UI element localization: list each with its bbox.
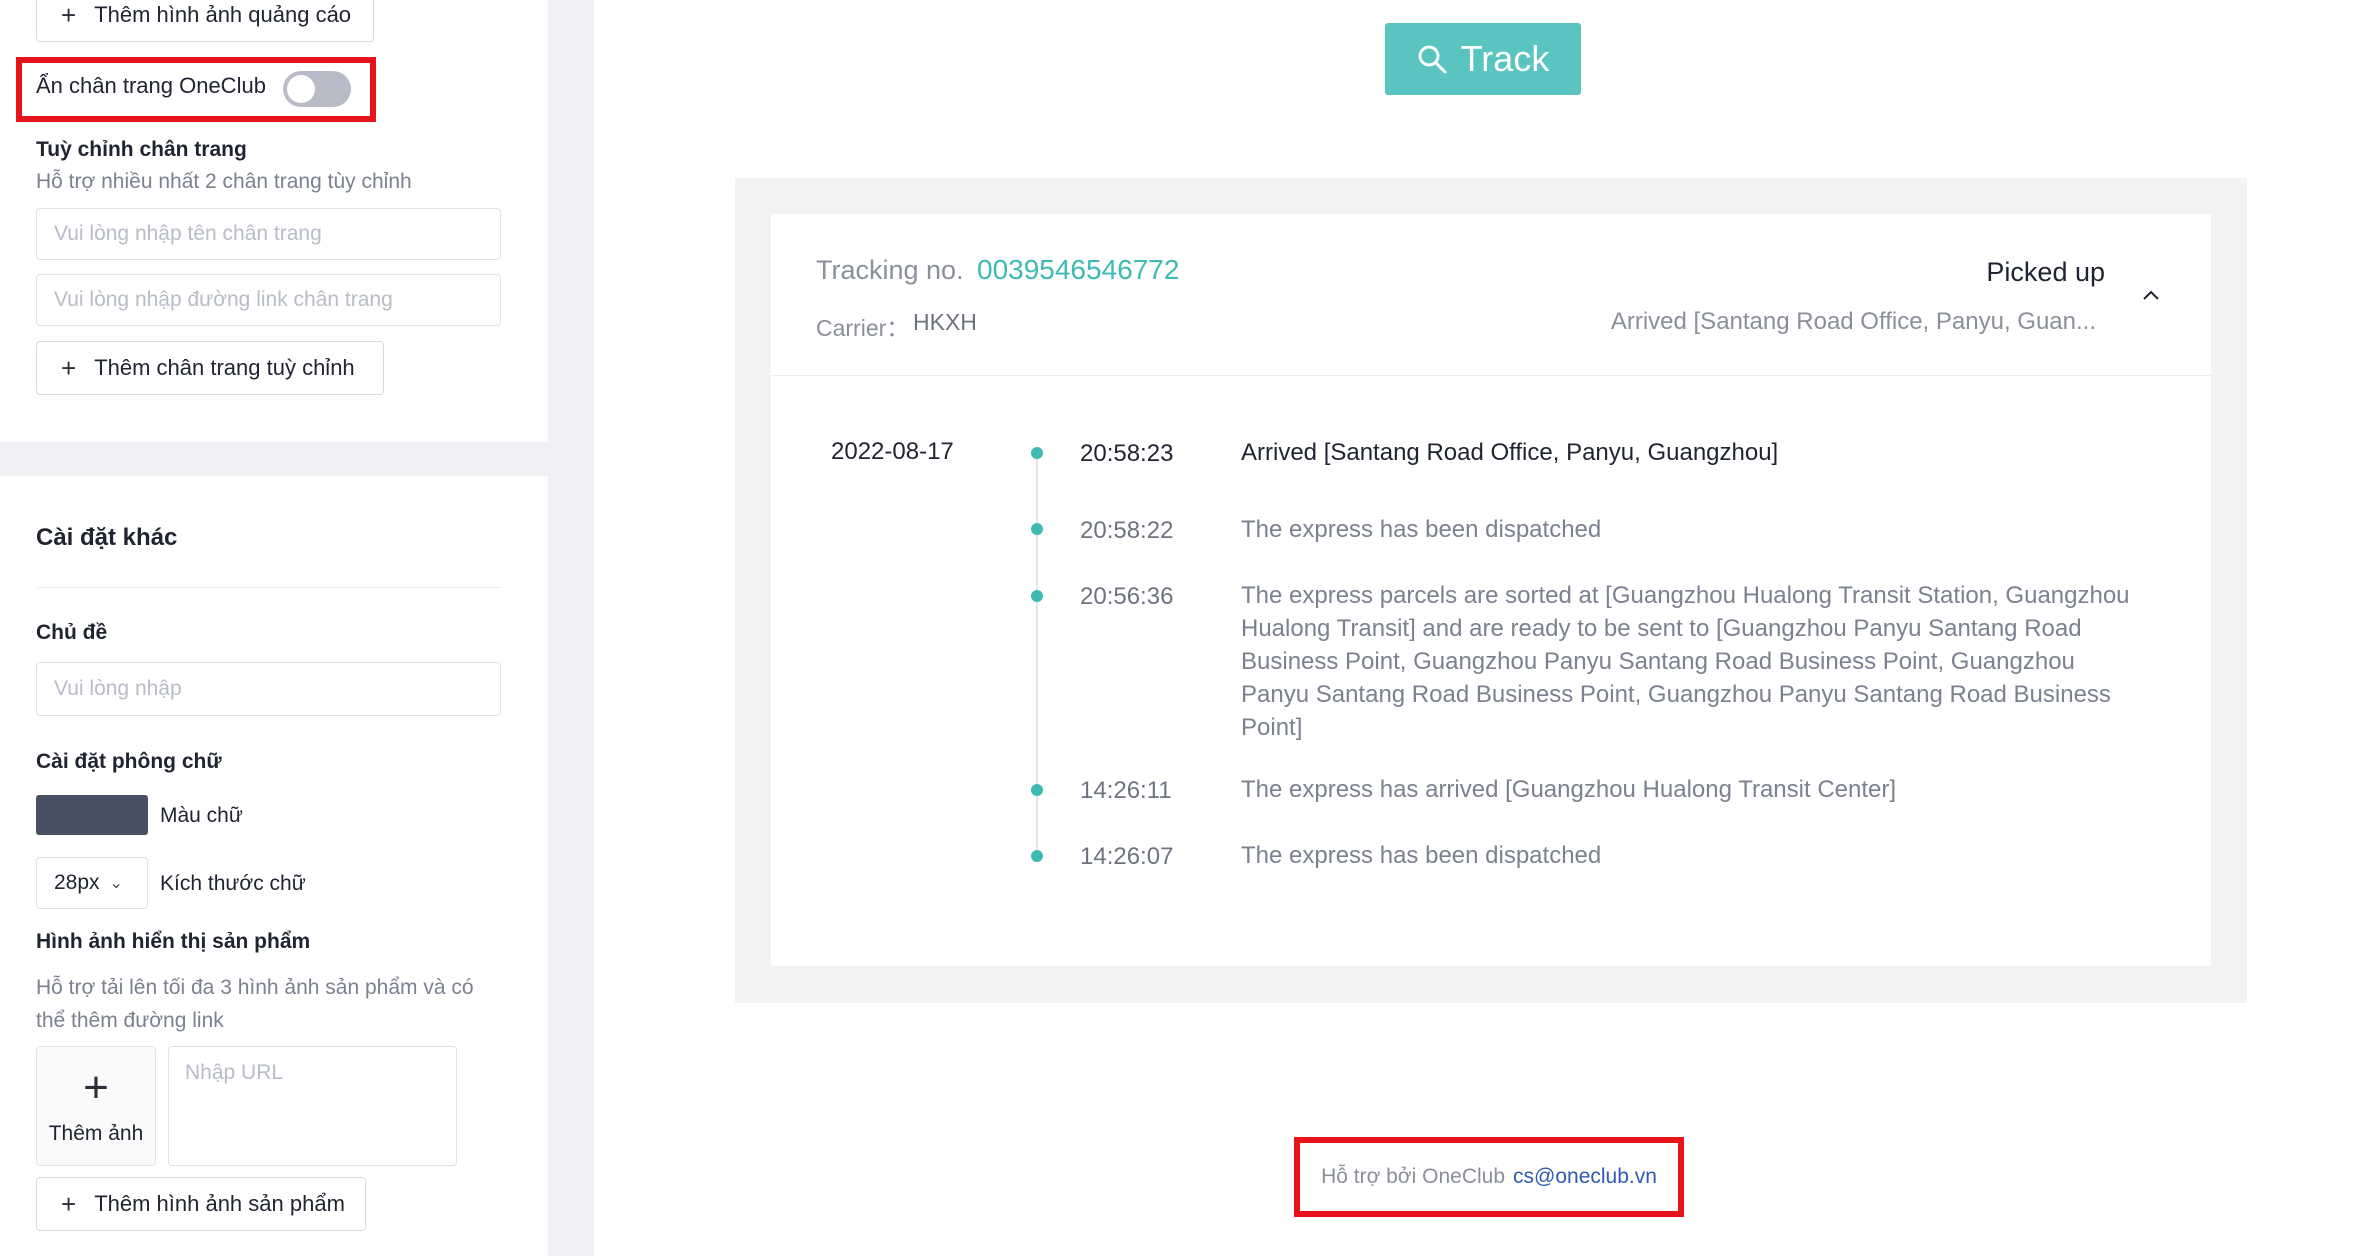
hide-footer-toggle[interactable] [283,71,351,107]
carrier-value: HKXH [913,309,977,335]
font-settings-label: Cài đặt phông chữ [36,750,222,773]
tracking-number[interactable]: 0039546546772 [977,254,1179,286]
event-time: 20:58:22 [1080,517,1174,544]
shipment-status: Picked up [1986,257,2105,287]
add-ad-image-label: Thêm hình ảnh quảng cáo [94,2,352,27]
font-size-value: 28px [54,871,100,894]
event-date: 2022-08-17 [831,438,954,465]
track-button[interactable]: Track [1385,23,1581,95]
event-description: The express has arrived [Guangzhou Hualo… [1241,776,1897,803]
hide-footer-label: Ẩn chân trang OneClub [36,73,266,98]
add-image-upload[interactable]: + Thêm ảnh [36,1046,156,1166]
plus-icon: + [61,1189,77,1219]
custom-footer-hint: Hỗ trợ nhiều nhất 2 chân trang tùy chỉnh [36,170,412,193]
plus-icon: + [61,0,77,30]
supported-by-text: Hỗ trợ bởi OneClub [1321,1165,1506,1188]
event-description: The express has been dispatched [1241,516,1602,543]
font-size-select[interactable]: 28px ⌄ [36,857,148,909]
event-time: 14:26:11 [1080,777,1172,804]
plus-icon: + [61,353,77,383]
event-description: The express parcels are sorted at [Guang… [1241,582,2130,741]
event-time: 20:58:23 [1080,440,1174,467]
timeline-dot [1031,850,1043,862]
timeline-dot [1031,784,1043,796]
tracking-no-label: Tracking no. [816,255,964,285]
plus-icon: + [83,1063,109,1112]
timeline-line [1036,452,1038,857]
subject-label: Chủ đề [36,621,108,644]
last-event-summary: Arrived [Santang Road Office, Panyu, Gua… [1610,308,2096,335]
event-description: The express has been dispatched [1241,842,1602,869]
chevron-down-icon: ⌄ [109,875,123,892]
event-time: 20:56:36 [1080,583,1174,610]
support-email-link[interactable]: cs@oneclub.vn [1513,1165,1657,1189]
timeline-dot [1031,447,1043,459]
add-custom-footer-label: Thêm chân trang tuỳ chỉnh [94,355,355,380]
font-color-label: Màu chữ [160,804,243,827]
font-size-label: Kích thước chữ [160,872,306,895]
other-settings-title: Cài đặt khác [36,524,178,551]
event-description: Arrived [Santang Road Office, Panyu, Gua… [1241,439,1779,466]
section-divider [36,587,501,588]
panel-gutter [548,0,594,1256]
custom-footer-title: Tuỳ chỉnh chân trang [36,138,247,161]
event-time: 14:26:07 [1080,843,1174,870]
footer-name-input[interactable]: Vui lòng nhập tên chân trang [36,208,501,260]
add-product-image-button[interactable]: + Thêm hình ảnh sản phẩm [36,1177,366,1231]
search-icon [1418,45,1447,74]
card-divider [771,375,2211,376]
footer-link-input[interactable]: Vui lòng nhập đường link chân trang [36,274,501,326]
product-images-title: Hình ảnh hiển thị sản phẩm [36,930,311,953]
timeline-dot [1031,590,1043,602]
toggle-knob [287,75,315,103]
subject-input[interactable]: Vui lòng nhập [36,662,501,716]
carrier-label: Carrier： [816,315,910,341]
settings-panel: + Thêm hình ảnh quảng cáo Ẩn chân trang … [0,0,548,1256]
add-product-image-label: Thêm hình ảnh sản phẩm [94,1191,345,1216]
timeline-dot [1031,523,1043,535]
add-custom-footer-button[interactable]: + Thêm chân trang tuỳ chỉnh [36,341,384,395]
add-image-label: Thêm ảnh [48,1122,144,1145]
add-ad-image-button[interactable]: + Thêm hình ảnh quảng cáo [36,0,374,42]
url-input[interactable]: Nhập URL [168,1046,457,1166]
track-button-label: Track [1460,38,1550,79]
product-images-hint: Hỗ trợ tải lên tối đa 3 hình ảnh sản phẩ… [36,976,474,1032]
font-color-swatch[interactable] [36,795,148,835]
powered-by-footer: Hỗ trợ bởi OneClub cs@oneclub.vn [1294,1137,1684,1217]
chevron-up-icon[interactable] [2140,284,2162,306]
